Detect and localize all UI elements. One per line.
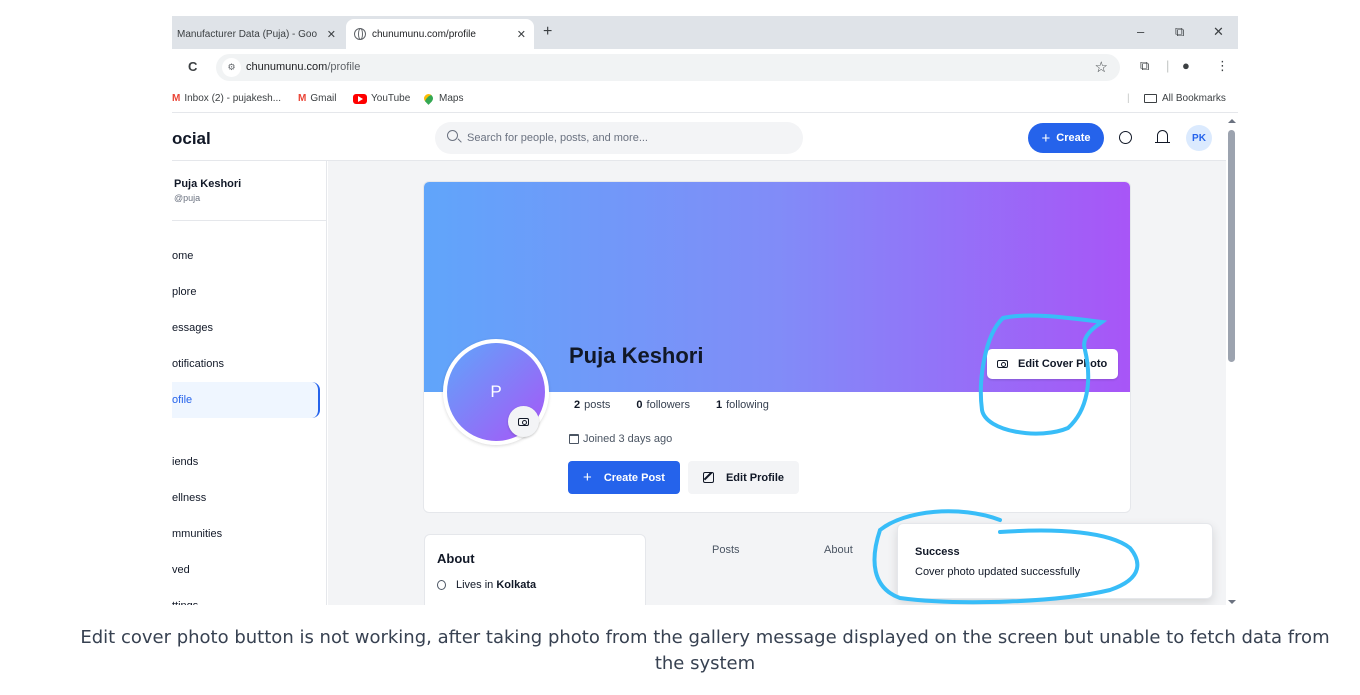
extensions-icon[interactable]: ⧉ (1140, 58, 1149, 74)
create-post-button[interactable]: + Create Post (568, 461, 680, 494)
gmail-icon: M (298, 93, 307, 104)
change-avatar-button[interactable] (508, 406, 539, 437)
site-settings-icon[interactable]: ⚙ (222, 58, 241, 77)
profile-card: Edit Cover Photo P Puja Keshori 2 posts 0… (423, 181, 1131, 513)
bug-caption: Edit cover photo button is not working, … (80, 627, 1330, 674)
plus-icon: + (583, 469, 592, 486)
tab-posts[interactable]: Posts (712, 544, 740, 556)
menu-icon[interactable]: ⋮ (1216, 58, 1229, 74)
bookmark-star-icon[interactable]: ☆ (1095, 58, 1108, 76)
close-tab-icon[interactable]: ✕ (327, 28, 336, 41)
about-title: About (437, 551, 475, 566)
plus-icon: + (1041, 129, 1051, 147)
sidebar-item-profile[interactable]: ofile (172, 382, 320, 418)
calendar-icon (569, 434, 579, 444)
sidebar-item-explore[interactable]: plore (172, 274, 320, 310)
toolbar: C ⚙ chunumunu.com/profile ☆ ⧉ | ● ⋮ (172, 49, 1238, 85)
edit-cover-photo-button[interactable]: Edit Cover Photo (987, 349, 1118, 379)
folder-icon (1144, 94, 1157, 103)
sidebar-item-notifications[interactable]: otifications (172, 346, 320, 382)
page-scrollbar[interactable] (1226, 114, 1238, 605)
sidebar-item-wellness[interactable]: ellness (172, 480, 320, 516)
url-text: chunumunu.com/profile (246, 61, 361, 73)
sidebar-user[interactable]: Puja Keshori @puja (174, 178, 241, 203)
scroll-down-icon[interactable] (1228, 600, 1236, 604)
user-avatar[interactable]: PK (1186, 125, 1212, 151)
globe-icon (354, 28, 366, 40)
minimize-button[interactable]: – (1137, 24, 1144, 39)
location-pin-icon (437, 580, 446, 590)
sidebar-item-home[interactable]: ome (172, 238, 320, 274)
toolbar-divider: | (1166, 58, 1170, 73)
sidebar-divider (172, 220, 327, 221)
browser-window: Manufacturer Data (Puja) - Goo ✕ chunumu… (172, 16, 1238, 605)
toast-title: Success (915, 546, 960, 558)
app-logo[interactable]: ocial (172, 129, 211, 149)
reload-icon[interactable]: C (188, 59, 197, 74)
sidebar-item-communities[interactable]: mmunities (172, 516, 320, 552)
tab-title: Manufacturer Data (Puja) - Goo (177, 28, 318, 40)
tab-profile[interactable]: chunumunu.com/profile ✕ (346, 19, 534, 49)
bookmark-gmail[interactable]: M Gmail (298, 93, 336, 104)
new-tab-button[interactable]: + (543, 23, 552, 41)
camera-icon (518, 417, 529, 426)
joined-date: Joined 3 days ago (569, 433, 672, 445)
tab-title: chunumunu.com/profile (372, 28, 476, 40)
tab-about[interactable]: About (824, 544, 853, 556)
about-card: About Lives in Kolkata (424, 534, 646, 605)
sidebar-user-handle: @puja (174, 193, 201, 203)
close-tab-icon[interactable]: ✕ (517, 28, 526, 41)
youtube-icon (353, 93, 367, 104)
restore-button[interactable]: ⧉ (1175, 24, 1184, 40)
close-window-button[interactable]: ✕ (1213, 24, 1224, 40)
search-bar[interactable] (435, 122, 803, 154)
edit-profile-button[interactable]: Edit Profile (688, 461, 799, 494)
address-bar[interactable]: ⚙ chunumunu.com/profile ☆ (216, 54, 1120, 81)
sidebar: Puja Keshori @puja ome plore essages oti… (172, 161, 327, 605)
sidebar-item-saved[interactable]: ved (172, 552, 320, 588)
posts-stat[interactable]: 2 posts (574, 399, 610, 411)
all-bookmarks[interactable]: All Bookmarks (1144, 93, 1226, 104)
profile-name: Puja Keshori (569, 343, 704, 368)
followers-stat[interactable]: 0 followers (636, 399, 690, 411)
search-icon (447, 130, 458, 141)
bookmarks-bar: M Inbox (2) - pujakesh... M Gmail YouTub… (172, 85, 1238, 113)
scrollbar-thumb[interactable] (1228, 130, 1235, 362)
toast-message: Cover photo updated successfully (915, 566, 1081, 578)
success-toast[interactable]: Success Cover photo updated successfully (897, 523, 1213, 599)
tab-manufacturer-data[interactable]: Manufacturer Data (Puja) - Goo ✕ (172, 19, 344, 49)
sidebar-item-settings[interactable]: ttings (172, 588, 320, 605)
search-input[interactable] (467, 122, 787, 154)
following-stat[interactable]: 1 following (716, 399, 769, 411)
maps-icon (422, 92, 435, 105)
bookmarks-divider: | (1127, 93, 1130, 104)
scroll-up-icon[interactable] (1228, 119, 1236, 123)
camera-icon (997, 360, 1008, 368)
bookmark-inbox[interactable]: M Inbox (2) - pujakesh... (172, 93, 281, 104)
profile-tabs: Posts About (646, 534, 876, 574)
about-location: Lives in Kolkata (437, 579, 536, 591)
edit-icon (702, 472, 714, 483)
gmail-icon: M (172, 93, 181, 104)
bookmark-youtube[interactable]: YouTube (353, 93, 410, 104)
bookmark-maps[interactable]: Maps (422, 92, 463, 105)
messages-icon[interactable] (1119, 131, 1132, 144)
app-header: ocial + Create PK (172, 114, 1238, 161)
sidebar-item-friends[interactable]: iends (172, 444, 320, 480)
profile-icon[interactable]: ● (1182, 58, 1190, 73)
notifications-bell-icon[interactable] (1155, 130, 1170, 143)
create-button[interactable]: + Create (1028, 123, 1104, 153)
sidebar-item-messages[interactable]: essages (172, 310, 320, 346)
tab-bar: Manufacturer Data (Puja) - Goo ✕ chunumu… (172, 16, 1238, 49)
profile-stats: 2 posts 0 followers 1 following (574, 399, 769, 411)
sidebar-user-name: Puja Keshori (174, 178, 242, 190)
